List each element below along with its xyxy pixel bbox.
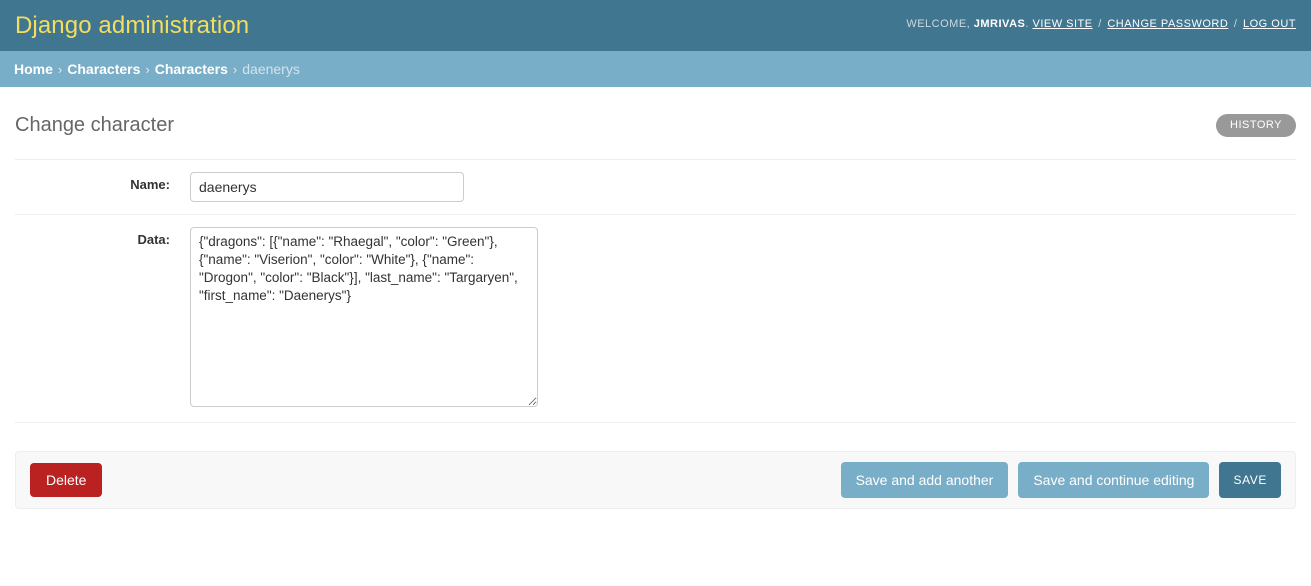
breadcrumb-item-model[interactable]: Characters [155, 61, 228, 77]
change-form: Name: Data: {"dragons": [{"name": "Rhaeg… [15, 159, 1296, 509]
user-tools-separator-1: / [1098, 18, 1102, 30]
view-site-link[interactable]: VIEW SITE [1033, 18, 1093, 30]
site-header: Django administration WELCOME, JMRIVAS. … [0, 0, 1311, 51]
data-textarea[interactable]: {"dragons": [{"name": "Rhaegal", "color"… [190, 227, 538, 407]
save-and-add-another-button[interactable] [840, 462, 1009, 498]
name-input[interactable] [190, 172, 464, 202]
name-field-label: Name: [130, 177, 170, 192]
history-list-item: HISTORY [1216, 113, 1296, 137]
form-row-data: Data: {"dragons": [{"name": "Rhaegal", "… [15, 215, 1296, 423]
user-tools: WELCOME, JMRIVAS. VIEW SITE / CHANGE PAS… [906, 18, 1296, 30]
content-title-row: Change character HISTORY [15, 105, 1296, 145]
delete-button[interactable]: Delete [30, 463, 103, 497]
page-title: Change character [15, 113, 174, 136]
delete-link-box: Delete [30, 463, 103, 497]
save-button[interactable] [1219, 462, 1281, 498]
name-field-box [190, 172, 1296, 202]
username-label: JMRIVAS [973, 18, 1026, 30]
object-tools: HISTORY [1216, 113, 1296, 137]
breadcrumb-item-app[interactable]: Characters [67, 61, 140, 77]
data-field-box: {"dragons": [{"name": "Rhaegal", "color"… [190, 227, 1296, 410]
site-title: Django administration [15, 11, 250, 39]
breadcrumb: Home › Characters › Characters › daenery… [0, 51, 1311, 87]
form-row-name: Name: [15, 159, 1296, 215]
save-and-continue-editing-button[interactable] [1018, 462, 1210, 498]
main-content: Change character HISTORY Name: Data: {"d… [0, 87, 1311, 509]
breadcrumb-separator-1: › [57, 61, 63, 77]
user-tools-separator-2: / [1233, 18, 1238, 30]
breadcrumb-item-home[interactable]: Home [14, 61, 53, 77]
welcome-period: . [1025, 18, 1029, 30]
change-password-link[interactable]: CHANGE PASSWORD [1107, 18, 1228, 30]
log-out-link[interactable]: LOG OUT [1243, 18, 1296, 30]
save-buttons-group [840, 462, 1281, 498]
fieldset-module: Name: Data: {"dragons": [{"name": "Rhaeg… [15, 159, 1296, 423]
breadcrumb-item-current: daenerys [242, 61, 300, 77]
data-field-label: Data: [137, 232, 170, 247]
welcome-label: WELCOME, [906, 18, 971, 30]
site-branding: Django administration [15, 11, 250, 39]
submit-row: Delete [15, 451, 1296, 509]
history-button[interactable]: HISTORY [1216, 113, 1296, 137]
breadcrumb-separator-2: › [145, 61, 150, 77]
breadcrumb-separator-3: › [232, 61, 238, 77]
